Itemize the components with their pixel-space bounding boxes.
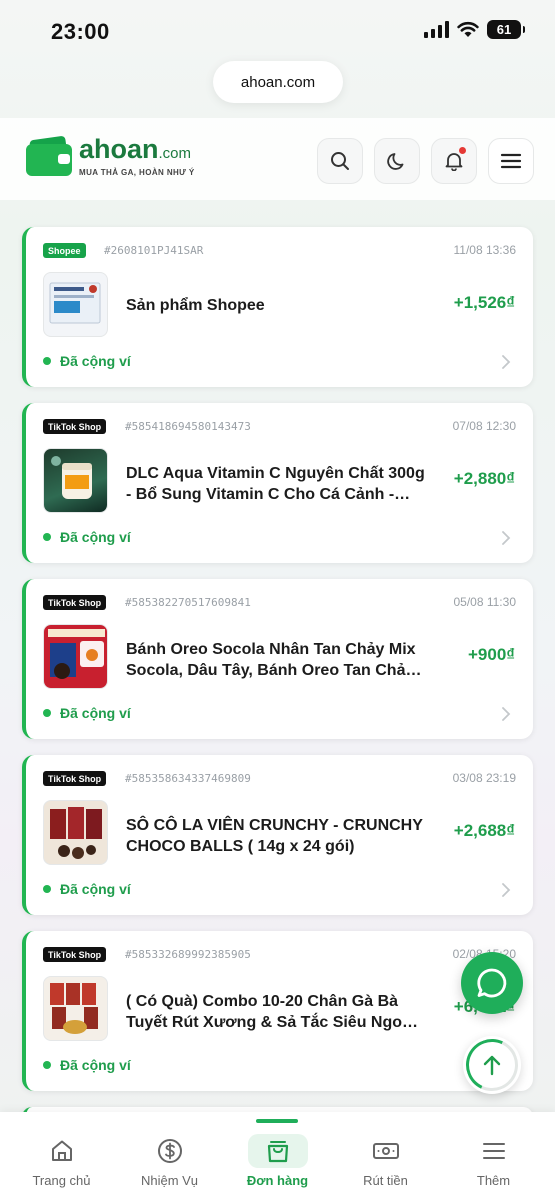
nav-item-orders[interactable]: Đơn hàng [222,1112,333,1200]
product-name: Sản phẩm Shopee [126,297,265,314]
wallet-logo-icon [26,135,72,176]
status-dot [43,533,51,541]
order-card[interactable]: Shopee #2608101PJ41SAR 11/08 13:36 Sản p… [22,227,533,387]
order-id: #585358634337469809 [125,772,251,785]
chevron-right-icon [502,355,511,369]
order-id: #585418694580143473 [125,420,251,433]
platform-badge: TikTok Shop [43,419,107,434]
menu-icon [482,1143,505,1159]
notifications-button[interactable] [431,138,477,184]
chat-bubble-icon [477,968,507,998]
scroll-to-top-button[interactable] [458,1031,526,1099]
logo-suffix: .com [158,145,192,162]
wifi-icon [457,21,479,37]
product-thumbnail [43,976,108,1041]
nav-label: Trang chủ [32,1173,91,1188]
status-text: Đã cộng ví [60,1057,131,1073]
status-icons: 61 [424,20,525,39]
status-bar: 23:00 61 [0,0,555,60]
cash-icon [372,1143,399,1159]
nav-label: Rút tiền [363,1173,408,1188]
order-card[interactable]: TikTok Shop #585382270517609841 05/08 11… [22,579,533,739]
battery-indicator: 61 [487,20,525,39]
product-thumbnail [43,272,108,337]
product-name: DLC Aqua Vitamin C Nguyên Chất 300g - Bổ… [126,465,425,503]
product-thumbnail [43,624,108,689]
platform-badge: TikTok Shop [43,771,107,786]
status-time: 23:00 [51,19,110,44]
order-card[interactable]: TikTok Shop #585332689992385905 02/08 15… [22,931,533,1091]
order-status: Đã cộng ví [43,705,131,721]
chevron-right-icon [502,531,511,545]
platform-badge: TikTok Shop [43,947,107,962]
menu-icon [500,153,522,169]
order-date: 11/08 13:36 [453,243,516,257]
nav-item-withdraw[interactable]: Rút tiền [330,1112,441,1200]
shopping-bag-icon [267,1141,288,1163]
order-card[interactable]: TikTok Shop #585418694580143473 07/08 12… [22,403,533,563]
status-dot [43,885,51,893]
dark-mode-button[interactable] [374,138,420,184]
active-tab-indicator [256,1119,298,1123]
chat-button[interactable] [461,952,523,1014]
logo-word: ahoan [79,134,159,164]
dollar-icon [157,1139,182,1163]
order-id: #585382270517609841 [125,596,251,609]
search-button[interactable] [317,138,363,184]
nav-item-more[interactable]: Thêm [438,1112,549,1200]
logo-tagline: MUA THẢ GA, HOÀN NHƯ Ý [79,168,195,177]
platform-badge: Shopee [43,243,86,258]
menu-button[interactable] [488,138,534,184]
product-name: Bánh Oreo Socola Nhân Tan Chảy Mix Socol… [126,641,416,679]
order-card[interactable]: TikTok Shop #585358634337469809 03/08 23… [22,755,533,915]
cashback-amount: +2,688₫ [453,821,515,840]
home-icon [51,1140,72,1161]
nav-label: Đơn hàng [246,1173,309,1188]
status-dot [43,709,51,717]
nav-label: Thêm [476,1173,511,1188]
browser-url-bar[interactable]: ahoan.com [213,61,343,103]
cashback-amount: +1,526₫ [453,293,515,312]
cashback-amount: +900₫ [467,645,515,664]
order-status: Đã cộng ví [43,1057,131,1073]
site-header: ahoan.com MUA THẢ GA, HOÀN NHƯ Ý [0,118,555,200]
order-status: Đã cộng ví [43,353,131,369]
status-text: Đã cộng ví [60,881,131,897]
chevron-right-icon [502,707,511,721]
nav-item-tasks[interactable]: Nhiệm Vụ [114,1112,225,1200]
order-date: 03/08 23:19 [452,771,516,785]
moon-icon [387,153,404,170]
status-dot [43,1061,51,1069]
status-text: Đã cộng ví [60,353,131,369]
order-id: #585332689992385905 [125,948,251,961]
order-status: Đã cộng ví [43,881,131,897]
chevron-right-icon [502,883,511,897]
product-thumbnail [43,800,108,865]
product-name: SÔ CÔ LA VIÊN CRUNCHY - CRUNCHY CHOCO BA… [126,817,423,855]
product-thumbnail [43,448,108,513]
bottom-navigation: Trang chủ Nhiệm Vụ Đơn hàng Rút tiền Thê… [0,1112,555,1200]
status-text: Đã cộng ví [60,529,131,545]
search-icon [331,152,349,170]
cashback-amount: +2,880₫ [453,469,515,488]
order-id: #2608101PJ41SAR [104,244,204,257]
order-date: 05/08 11:30 [453,595,516,609]
cellular-signal-icon [424,21,449,38]
product-name: ( Có Quà) Combo 10-20 Chân Gà Bà Tuyết R… [126,993,412,1031]
order-date: 07/08 12:30 [452,419,516,433]
nav-label: Nhiệm Vụ [140,1173,199,1188]
status-dot [43,357,51,365]
nav-item-home[interactable]: Trang chủ [6,1112,117,1200]
notification-dot [459,147,466,154]
status-text: Đã cộng ví [60,705,131,721]
bell-icon [445,153,463,171]
site-logo[interactable]: ahoan.com MUA THẢ GA, HOÀN NHƯ Ý [26,134,195,177]
order-status: Đã cộng ví [43,529,131,545]
platform-badge: TikTok Shop [43,595,107,610]
